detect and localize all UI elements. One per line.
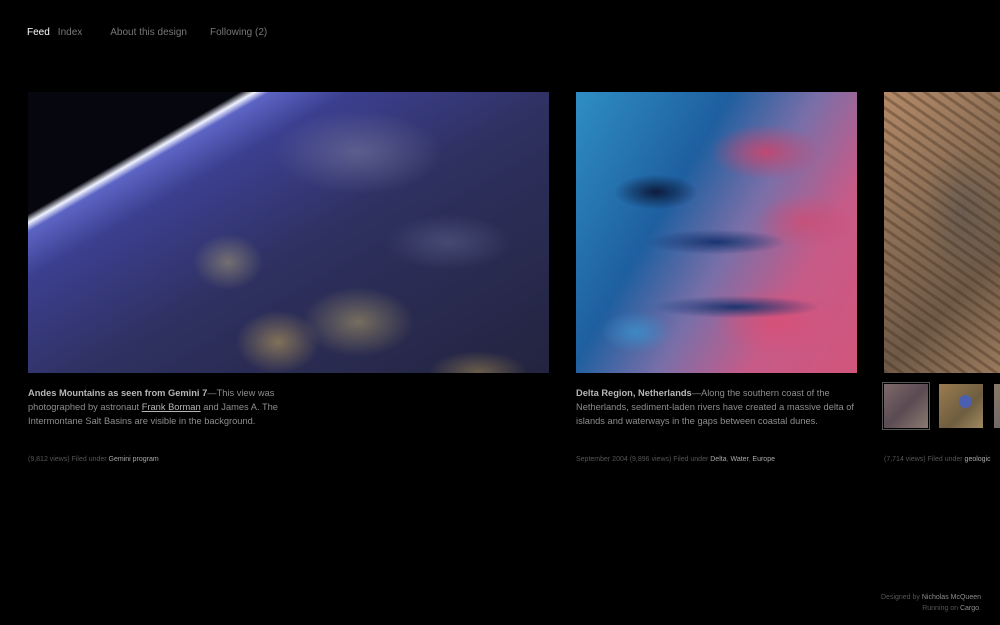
tag-link[interactable]: Delta (710, 456, 726, 463)
thumbnail[interactable] (882, 382, 930, 430)
post-meta: September 2004 (9,896 views) Filed under… (576, 456, 775, 463)
post-meta: (7,714 views) Filed under geologic (884, 456, 991, 463)
post-image-desert-mine[interactable] (884, 92, 1000, 373)
platform-credit: Running on Cargo. (881, 603, 981, 614)
credit-text: Designed by (881, 594, 922, 601)
thumbnail[interactable] (994, 384, 1000, 428)
cargo-link[interactable]: Cargo (960, 605, 979, 612)
post-image-earth-orbit[interactable] (28, 92, 549, 373)
post-title: Delta Region, Netherlands (576, 388, 692, 398)
views-text: (7,714 views) Filed under (884, 456, 965, 463)
tag-link[interactable]: Water (730, 456, 748, 463)
nav-following-link[interactable]: Following (2) (210, 27, 267, 38)
post-title: Andes Mountains as seen from Gemini 7 (28, 388, 208, 398)
post-caption: Delta Region, Netherlands—Along the sout… (576, 386, 861, 428)
top-nav: Feed Index About this design Following (… (27, 27, 267, 38)
post-meta: (9,812 views) Filed under Gemini program (28, 456, 159, 463)
tag-link[interactable]: geologic (965, 456, 991, 463)
designer-link[interactable]: Nicholas McQueen (922, 594, 981, 601)
footer-credits: Designed by Nicholas McQueen Running on … (881, 592, 981, 614)
views-text: September 2004 (9,896 views) Filed under (576, 456, 711, 463)
tag-link[interactable]: Gemini program (109, 456, 159, 463)
nav-index-link[interactable]: Index (58, 27, 82, 38)
nav-feed-link[interactable]: Feed (27, 27, 50, 38)
nav-about-link[interactable]: About this design (110, 27, 187, 38)
credit-text: . (979, 605, 981, 612)
credit-text: Running on (922, 605, 960, 612)
post-caption: Andes Mountains as seen from Gemini 7—Th… (28, 386, 298, 428)
thumbnail[interactable] (939, 384, 983, 428)
designer-credit: Designed by Nicholas McQueen (881, 592, 981, 603)
post-image-netherlands-delta[interactable] (576, 92, 857, 373)
thumbnail-strip (882, 382, 1000, 430)
tag-link[interactable]: Europe (752, 456, 775, 463)
caption-link-frank-borman[interactable]: Frank Borman (142, 402, 201, 412)
views-text: (9,812 views) Filed under (28, 456, 109, 463)
